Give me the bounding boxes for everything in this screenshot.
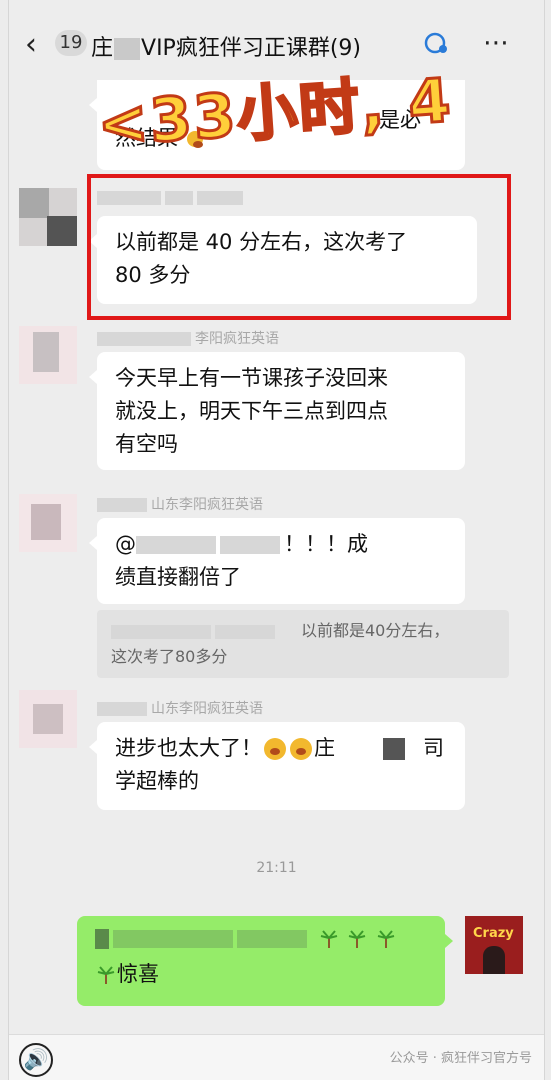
chat-window: ‹ 19 庄 VIP疯狂伴习正课群(9) ⋯ 然结果 是必 <33小时, 4 以前…	[8, 0, 545, 1080]
avatar[interactable]	[19, 188, 77, 246]
title-suffix: VIP疯狂伴习正课群(9)	[141, 36, 361, 61]
message-text: 就没上，明天下午三点到四点	[115, 399, 388, 423]
message-text: 惊喜	[95, 958, 427, 988]
input-bar: 🔊 公众号 · 疯狂伴习官方号	[9, 1034, 544, 1080]
message-bubble: 进步也太大了！庄司 学超棒的	[89, 722, 465, 810]
message-bubble: 今天早上有一节课孩子没回来 就没上，明天下午三点到四点 有空吗	[89, 352, 465, 470]
emoji-icon	[264, 738, 286, 760]
chevron-left-icon[interactable]: ‹	[25, 30, 37, 60]
palm-tree-icon	[320, 930, 337, 948]
palm-tree-icon	[97, 966, 115, 984]
message-text: @ ！！！成	[115, 532, 368, 556]
message-text: 有空吗	[115, 432, 178, 456]
sender-name: 山东李阳疯狂英语	[97, 698, 263, 718]
message-text: 今天早上有一节课孩子没回来	[115, 366, 388, 390]
avatar[interactable]	[19, 326, 77, 384]
message-text	[95, 926, 427, 958]
palm-tree-icon	[377, 930, 395, 948]
message-text: 学超棒的	[115, 769, 199, 793]
message-bubble: @ ！！！成 绩直接翻倍了	[89, 518, 465, 604]
watermark: 公众号 · 疯狂伴习官方号	[389, 1051, 532, 1066]
message-text: 绩直接翻倍了	[115, 565, 241, 589]
unread-badge: 19	[55, 30, 87, 56]
timestamp: 21:11	[256, 860, 297, 876]
title-prefix: 庄	[91, 36, 114, 61]
own-avatar[interactable]: Crazy	[465, 916, 523, 974]
emoji-icon	[290, 738, 312, 760]
quoted-message[interactable]: 以前都是40分左右， 这次考了80多分	[97, 610, 509, 678]
palm-tree-icon	[349, 930, 366, 948]
sender-name: 山东李阳疯狂英语	[97, 494, 263, 514]
more-dots-icon[interactable]: ⋯	[483, 28, 511, 58]
own-message-bubble: 惊喜	[77, 916, 453, 1006]
avatar[interactable]	[19, 494, 77, 552]
highlight-box	[87, 174, 511, 320]
chat-title[interactable]: 庄 VIP疯狂伴习正课群(9)	[91, 30, 361, 62]
avatar[interactable]	[19, 690, 77, 748]
redacted-block	[114, 38, 141, 60]
voice-icon[interactable]: 🔊	[19, 1043, 53, 1077]
sender-name: 李阳疯狂英语	[97, 328, 279, 348]
message-text: 进步也太大了！庄司	[115, 736, 444, 760]
